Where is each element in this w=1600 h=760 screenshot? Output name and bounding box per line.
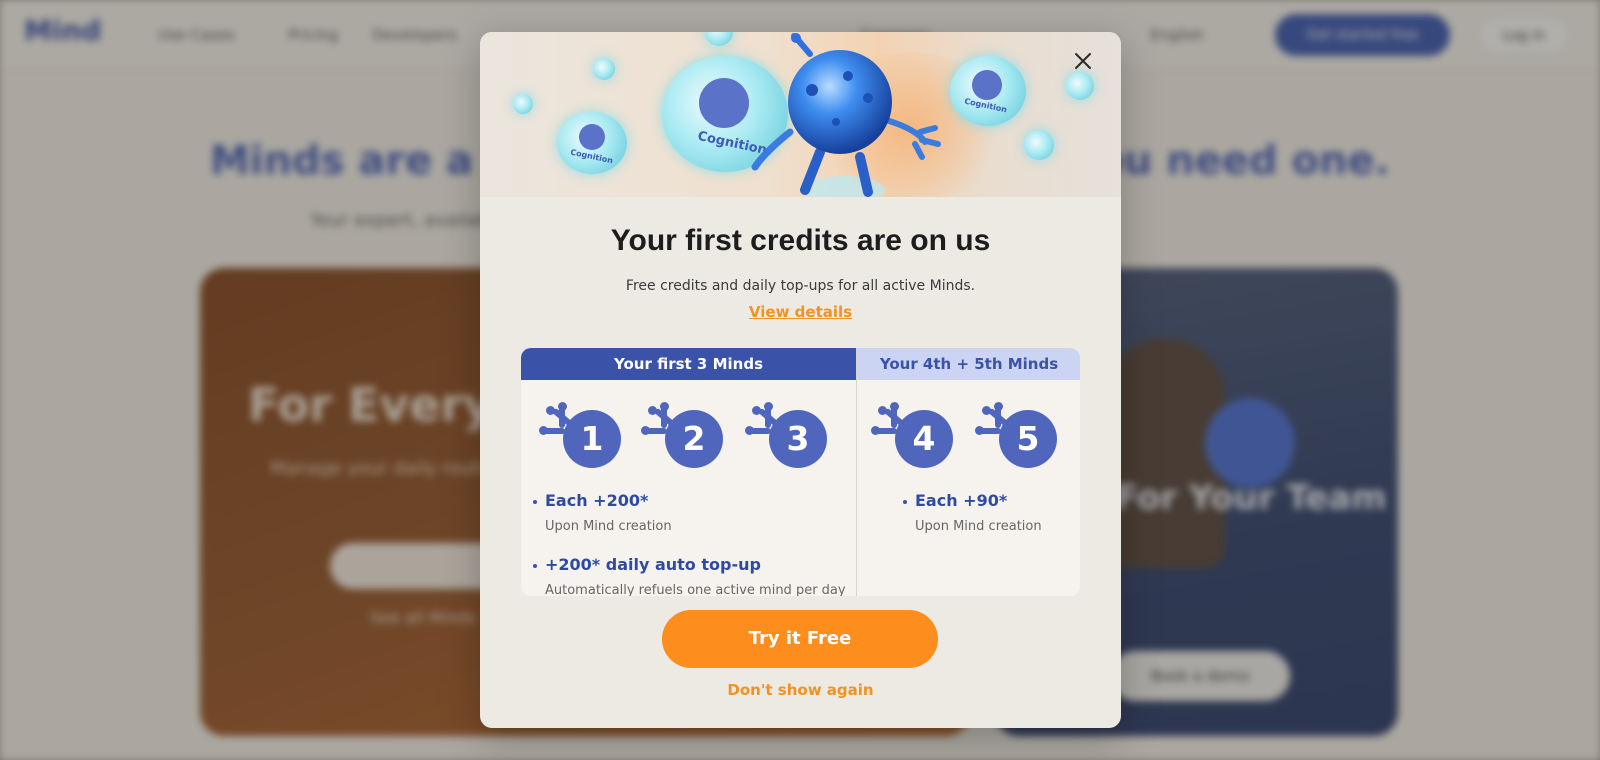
dont-show-again-link[interactable]: Don't show again	[480, 681, 1121, 699]
credits-modal: Cognition Cognition Cognition Your first…	[480, 32, 1121, 728]
mind-icon	[699, 78, 749, 128]
mind-number: 1	[580, 419, 604, 458]
try-it-free-button[interactable]: Try it Free	[662, 610, 938, 668]
mind-number: 2	[682, 419, 706, 458]
small-bubble	[593, 58, 615, 80]
modal-title: Your first credits are on us	[610, 224, 991, 257]
view-details-link[interactable]: View details	[480, 303, 1121, 321]
mind-number: 5	[1016, 419, 1040, 458]
first-minds-column: Your first 3 Minds 1 2 3 Each +200* Upon…	[521, 348, 856, 596]
hero-banner: Cognition Cognition Cognition	[480, 32, 1121, 197]
feature-title: Each +200*	[545, 491, 649, 510]
small-bubble	[1066, 72, 1094, 100]
mind-number: 4	[912, 419, 936, 458]
small-bubble	[513, 94, 533, 114]
bullet-icon	[903, 500, 907, 504]
mind-badge-4: 4	[871, 402, 953, 472]
mind-icon	[972, 70, 1002, 100]
first-minds-header: Your first 3 Minds	[521, 348, 856, 380]
close-button[interactable]	[1070, 48, 1096, 74]
feature-description: Upon Mind creation	[545, 519, 672, 534]
feature-title: Each +90*	[915, 491, 1008, 510]
bullet-icon	[533, 500, 537, 504]
feature-title: +200* daily auto top-up	[545, 555, 761, 574]
small-bubble	[705, 32, 733, 46]
mind-icon	[579, 124, 605, 150]
small-bubble	[1024, 130, 1054, 160]
robot-mascot-icon	[751, 33, 941, 197]
mind-badge-3: 3	[745, 402, 827, 472]
modal-subtitle: Free credits and daily top-ups for all a…	[625, 278, 976, 294]
bullet-icon	[533, 564, 537, 568]
feature-description: Upon Mind creation	[915, 519, 1042, 534]
feature-description: Automatically refuels one active mind pe…	[545, 583, 846, 596]
mind-number: 3	[786, 419, 810, 458]
mind-badge-5: 5	[975, 402, 1057, 472]
additional-minds-column: Your 4th + 5th Minds 4 5 Each +90* Upon …	[856, 348, 1080, 596]
cognition-bubble: Cognition	[557, 112, 627, 174]
close-icon	[1075, 53, 1091, 69]
mind-badge-2: 2	[641, 402, 723, 472]
mind-badge-1: 1	[539, 402, 621, 472]
bubble-label: Cognition	[569, 147, 614, 166]
additional-minds-header: Your 4th + 5th Minds	[857, 348, 1080, 380]
credits-table: Your first 3 Minds 1 2 3 Each +200* Upon…	[521, 348, 1080, 596]
